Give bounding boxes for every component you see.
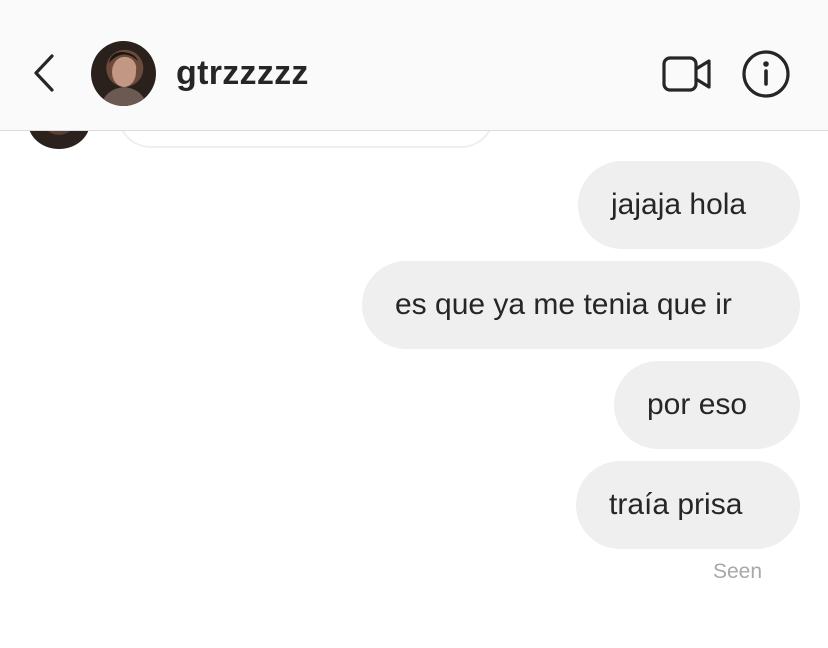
message-bubble[interactable]: es que ya me tenia que ir bbox=[362, 261, 800, 349]
seen-status: Seen bbox=[713, 560, 763, 583]
chevron-left-icon bbox=[34, 54, 54, 92]
avatar[interactable] bbox=[91, 41, 156, 106]
message-bubble[interactable]: traía prisa bbox=[576, 461, 800, 549]
info-button[interactable] bbox=[740, 48, 792, 100]
chat-header: gtrzzzzz bbox=[0, 0, 828, 131]
video-call-button[interactable] bbox=[660, 52, 714, 96]
message-text: jajaja hola bbox=[611, 188, 747, 221]
message-bubble[interactable]: por eso bbox=[614, 361, 800, 449]
profile-photo bbox=[101, 52, 147, 106]
message-text: por eso bbox=[647, 388, 748, 421]
message-bubble[interactable]: jajaja hola bbox=[578, 161, 800, 249]
message-text: es que ya me tenia que ir bbox=[395, 288, 732, 321]
message-text: traía prisa bbox=[609, 488, 743, 521]
video-camera-icon bbox=[662, 56, 711, 92]
back-button[interactable] bbox=[28, 50, 62, 96]
info-icon bbox=[742, 50, 790, 98]
chat-username[interactable]: gtrzzzzz bbox=[176, 52, 309, 94]
